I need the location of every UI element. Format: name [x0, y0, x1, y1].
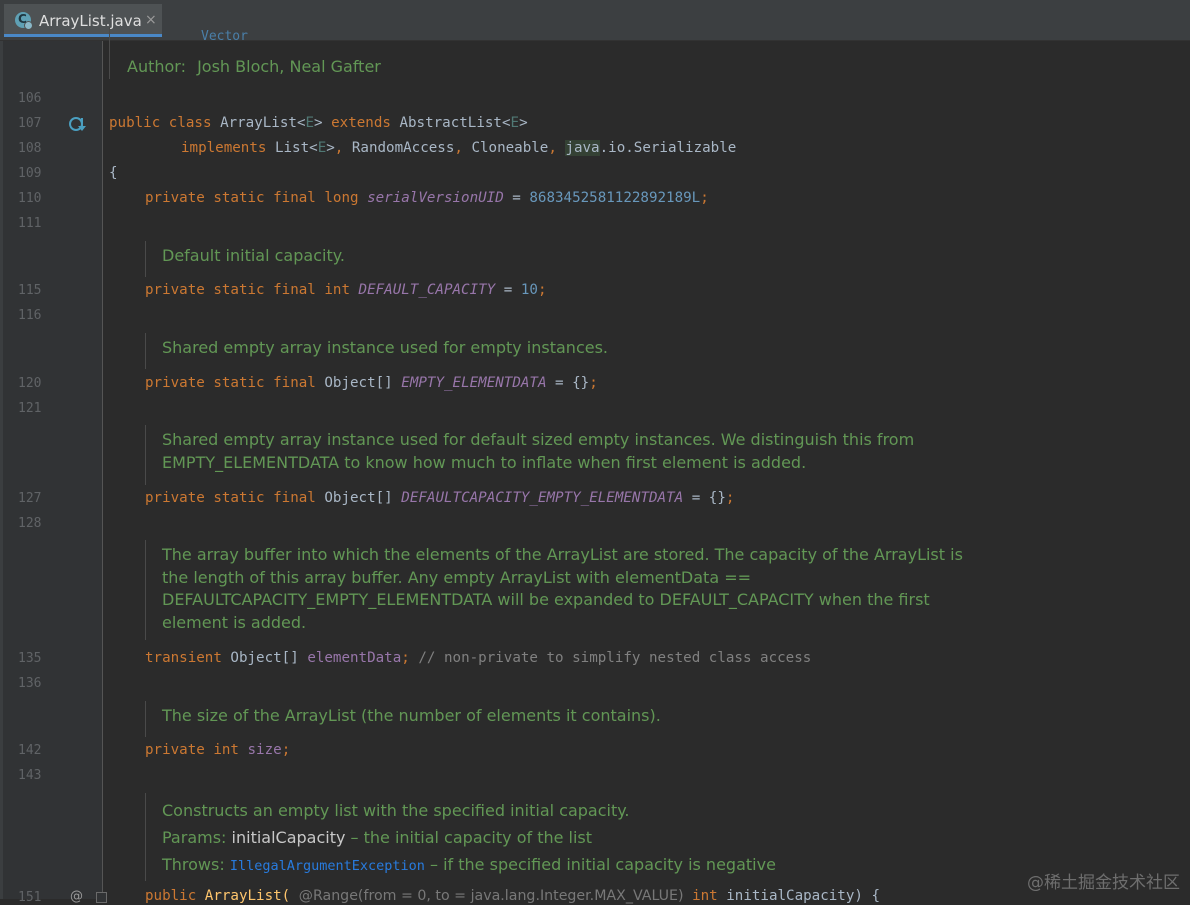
line-number: 106 — [18, 91, 42, 106]
doc-author-label: Author: — [127, 57, 186, 76]
line-number: 120 — [18, 376, 42, 391]
code-line-151: public ArrayList( @Range(from = 0, to = … — [145, 888, 881, 904]
doc-comment-elementdata: The array buffer into which the elements… — [145, 540, 963, 640]
code-line-108: implements List<E>, RandomAccess, Clonea… — [181, 140, 737, 156]
line-number: 108 — [18, 141, 42, 156]
line-number: 107 — [18, 116, 42, 131]
line-number: 109 — [18, 166, 42, 181]
line-number: 115 — [18, 283, 42, 298]
doc-comment-author: Vector Author: Josh Bloch, Neal Gafter — [109, 27, 381, 79]
doc-throws-link[interactable]: IllegalArgumentException — [230, 858, 425, 874]
doc-comment-size: The size of the ArrayList (the number of… — [145, 701, 661, 737]
doc-comment-default-capacity: Default initial capacity. — [145, 241, 345, 277]
code-line-110: private static final long serialVersionU… — [145, 190, 709, 206]
line-number: 143 — [18, 768, 42, 783]
line-gutter — [0, 41, 103, 899]
code-line-120: private static final Object[] EMPTY_ELEM… — [145, 375, 598, 391]
code-line-127: private static final Object[] DEFAULTCAP… — [145, 490, 735, 506]
code-line-142: private int size; — [145, 742, 291, 758]
line-number: 142 — [18, 743, 42, 758]
close-icon[interactable]: × — [145, 12, 157, 28]
line-number: 135 — [18, 651, 42, 666]
line-number: 151 — [18, 890, 42, 905]
line-number: 128 — [18, 516, 42, 531]
line-number: 127 — [18, 491, 42, 506]
line-number: 121 — [18, 401, 42, 416]
doc-comment-defaultcapacity-empty: Shared empty array instance used for def… — [145, 425, 914, 485]
doc-comment-empty-elementdata: Shared empty array instance used for emp… — [145, 333, 608, 369]
code-editor[interactable]: Vector Author: Josh Bloch, Neal Gafter 1… — [0, 27, 1190, 905]
line-number: 136 — [18, 676, 42, 691]
doc-param-name: initialCapacity — [231, 828, 346, 847]
fold-marker-icon[interactable] — [96, 892, 107, 903]
line-number: 111 — [18, 216, 42, 231]
override-gutter-icon[interactable]: @ — [70, 889, 83, 904]
watermark: @稀土掘金技术社区 — [1027, 873, 1180, 893]
doc-comment-constructor: Constructs an empty list with the specif… — [145, 793, 776, 881]
code-line-109: { — [109, 165, 118, 181]
implementations-gutter-icon[interactable] — [69, 116, 87, 132]
java-class-icon — [15, 12, 33, 30]
line-number: 116 — [18, 308, 42, 323]
code-line-115: private static final int DEFAULT_CAPACIT… — [145, 282, 547, 298]
code-line-135: transient Object[] elementData; // non-p… — [145, 650, 812, 666]
code-line-107: public class ArrayList<E> extends Abstra… — [109, 115, 528, 131]
doc-author-value: Josh Bloch, Neal Gafter — [197, 57, 381, 76]
line-number: 110 — [18, 191, 42, 206]
doc-partial-link: Vector — [201, 29, 248, 44]
